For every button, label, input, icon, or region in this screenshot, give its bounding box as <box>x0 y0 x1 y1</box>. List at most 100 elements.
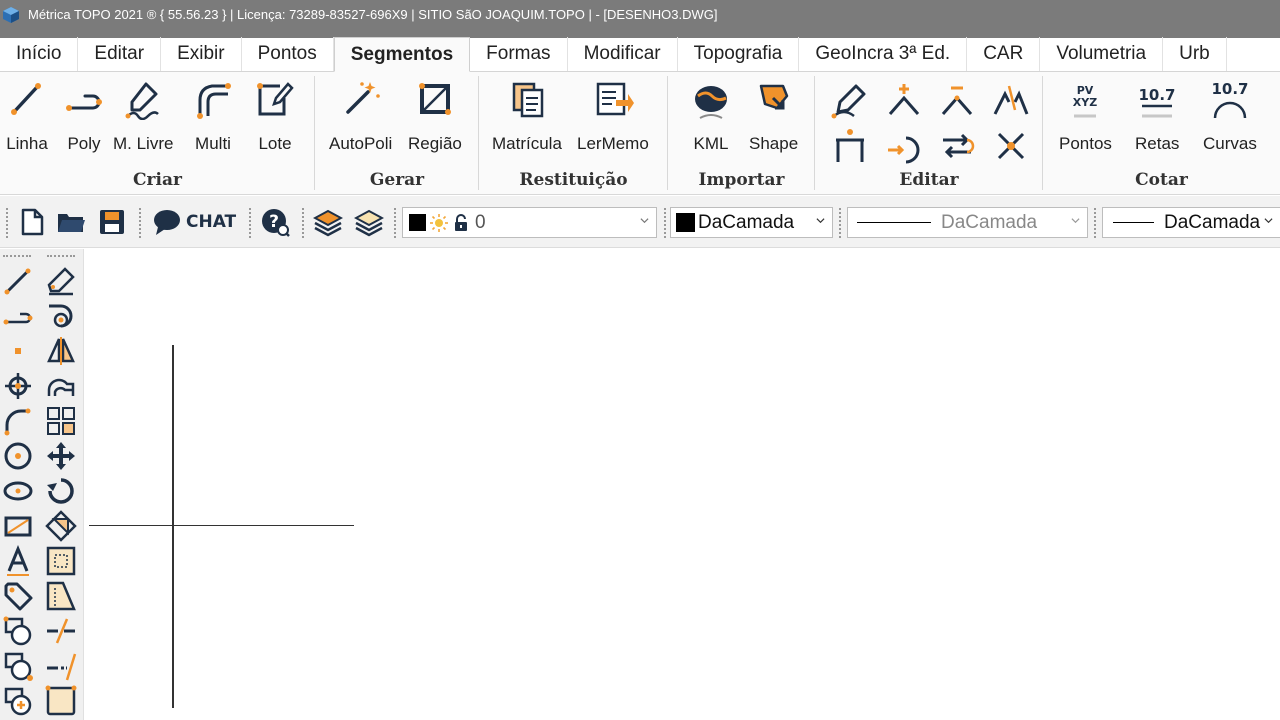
kml-button[interactable]: KML <box>690 78 732 154</box>
tab-editar[interactable]: Editar <box>78 37 162 71</box>
layer-states-icon <box>353 209 385 237</box>
extend-line-icon <box>47 653 77 681</box>
lineweight-select[interactable]: DaCamada <box>1102 207 1280 238</box>
rotate-icon <box>47 478 74 504</box>
extend-button[interactable] <box>829 126 871 166</box>
v-line-button[interactable] <box>2 265 34 297</box>
tab-topografia[interactable]: Topografia <box>678 37 800 71</box>
v-point-style-button[interactable] <box>2 370 34 402</box>
m-livre-button[interactable]: M. Livre <box>113 78 173 154</box>
group-cotar: PV XYZ Pontos 10.7 Retas 10.7 Curvas Cot… <box>1043 72 1280 195</box>
linetype-select[interactable]: DaCamada <box>847 207 1088 238</box>
layer-states-button[interactable] <box>353 207 385 237</box>
tab-urb[interactable]: Urb <box>1163 37 1227 71</box>
toolbar-grip[interactable] <box>302 208 304 238</box>
tab-inicio[interactable]: Início <box>0 37 79 71</box>
crosshair-horizontal <box>89 525 354 526</box>
break-line-icon <box>47 618 75 644</box>
tab-pontos[interactable]: Pontos <box>242 37 334 71</box>
v-ellipse-button[interactable] <box>2 475 34 507</box>
tab-car[interactable]: CAR <box>967 37 1041 71</box>
v-block-insert-button[interactable] <box>2 615 34 647</box>
toolbar-grip[interactable] <box>249 208 251 238</box>
v-move-button[interactable] <box>45 440 77 472</box>
group-gerar-label: Gerar <box>369 170 425 190</box>
toolbar-grip[interactable] <box>47 255 75 257</box>
tab-segmentos[interactable]: Segmentos <box>333 37 471 72</box>
toolbar-grip[interactable] <box>1094 208 1096 238</box>
v-point-button[interactable] <box>2 335 34 367</box>
lote-button[interactable]: Lote <box>254 78 296 154</box>
v-rectangle-button[interactable] <box>2 510 34 542</box>
cotar-pontos-button[interactable]: PV XYZ Pontos <box>1059 78 1112 154</box>
v-scale-button[interactable] <box>45 510 77 542</box>
v-trim-button[interactable] <box>45 580 77 612</box>
tab-formas[interactable]: Formas <box>470 37 568 71</box>
matricula-button[interactable]: Matrícula <box>492 78 562 154</box>
scale-icon <box>45 510 77 542</box>
intersect-button[interactable] <box>990 126 1032 166</box>
multiline-icon <box>197 83 231 119</box>
v-copy-button[interactable] <box>45 300 77 332</box>
new-file-button[interactable] <box>17 207 47 237</box>
autopoli-button[interactable]: AutoPoli <box>329 78 392 154</box>
linha-button[interactable]: Linha <box>6 78 48 154</box>
toolbar-grip[interactable] <box>394 208 396 238</box>
regiao-button[interactable]: Região <box>408 78 462 154</box>
layer-select[interactable]: 0 <box>402 207 657 238</box>
v-array-button[interactable] <box>45 405 77 437</box>
edit-pencil-button[interactable] <box>829 80 871 120</box>
v-extend-button[interactable] <box>45 650 77 682</box>
pv-xyz-icon: PV XYZ <box>1073 84 1098 118</box>
v-tag-button[interactable] <box>2 580 34 612</box>
help-button[interactable]: ? <box>260 207 290 237</box>
freehand-icon <box>125 82 160 120</box>
v-block-create-button[interactable] <box>2 650 34 682</box>
tab-modificar[interactable]: Modificar <box>568 37 678 71</box>
layers-icon <box>312 209 344 237</box>
join-button[interactable] <box>883 126 925 166</box>
v-text-button[interactable] <box>2 545 34 577</box>
v-offset-button[interactable] <box>45 370 77 402</box>
poly-button[interactable]: Poly <box>63 78 105 154</box>
crosshair-point-icon <box>5 373 31 399</box>
tab-exibir[interactable]: Exibir <box>161 37 242 71</box>
cotar-curvas-button[interactable]: 10.7 Curvas <box>1203 78 1257 154</box>
dimension-line-icon: 10.7 <box>1139 86 1176 118</box>
toolbar-grip[interactable] <box>3 255 31 257</box>
group-criar: Linha Poly M. Livre Multi Lote Criar <box>0 72 315 195</box>
toolbar-grip[interactable] <box>839 208 841 238</box>
save-button[interactable] <box>97 207 127 237</box>
v-rotate-button[interactable] <box>45 475 77 507</box>
v-circle-button[interactable] <box>2 440 34 472</box>
toolbar-grip[interactable] <box>6 208 8 238</box>
cotar-retas-button[interactable]: 10.7 Retas <box>1135 78 1179 154</box>
v-mirror-button[interactable] <box>45 335 77 367</box>
toolbar-grip[interactable] <box>664 208 666 238</box>
lermemo-button[interactable]: LerMemo <box>577 78 649 154</box>
v-block-edit-button[interactable] <box>2 685 34 717</box>
chat-button[interactable]: CHAT <box>152 207 236 237</box>
text-icon <box>7 545 29 576</box>
color-select[interactable]: DaCamada <box>670 207 833 238</box>
remove-vertex-button[interactable] <box>936 80 978 120</box>
tab-volumetria[interactable]: Volumetria <box>1040 37 1164 71</box>
shape-button[interactable]: Shape <box>749 78 798 154</box>
add-vertex-button[interactable] <box>883 80 925 120</box>
reverse-button[interactable] <box>936 126 978 166</box>
tag-icon <box>4 582 33 611</box>
kml-label: KML <box>693 134 729 153</box>
toolbar-grip[interactable] <box>139 208 141 238</box>
break-button[interactable] <box>990 80 1032 120</box>
v-erase-button[interactable] <box>45 265 77 297</box>
v-break-button[interactable] <box>45 615 77 647</box>
v-arc-button[interactable] <box>2 405 34 437</box>
v-stretch-button[interactable] <box>45 545 77 577</box>
drawing-canvas[interactable] <box>85 249 1280 720</box>
v-fillet-button[interactable] <box>45 685 77 717</box>
open-file-button[interactable] <box>56 207 86 237</box>
layers-button[interactable] <box>312 207 344 237</box>
tab-geoincra[interactable]: GeoIncra 3ª Ed. <box>799 37 968 71</box>
multi-button[interactable]: Multi <box>192 78 234 154</box>
v-polyline-button[interactable] <box>2 300 34 332</box>
